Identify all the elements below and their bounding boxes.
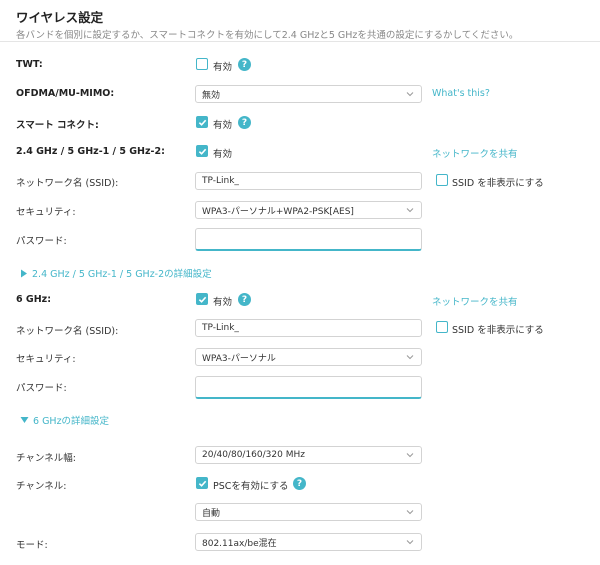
header-divider [0,41,600,42]
mode-select[interactable]: 802.11ax/be混在 [195,533,422,551]
caret-right-icon [21,269,27,277]
band24-ssid-label: ネットワーク名 (SSID): [16,178,119,189]
band6-advanced-label: 6 GHzの詳細設定 [33,416,110,427]
band6-password-input[interactable] [195,376,422,399]
chevron-down-icon [406,540,414,545]
chevron-down-icon [406,510,414,515]
caret-down-icon [20,417,29,423]
ofdma-label: OFDMA/MU-MIMO: [16,88,115,99]
band24-enable-label: 有効 [213,149,233,160]
band24-security-label: セキュリティ: [16,207,76,218]
chevron-down-icon [406,453,414,458]
page-description: 各バンドを個別に設定するか、スマートコネクトを有効にして2.4 GHzと5 GH… [16,30,519,41]
mode-value: 802.11ax/be混在 [202,538,277,549]
smart-connect-help-icon[interactable]: ? [238,116,251,129]
twt-label: TWT: [16,59,43,70]
band6-advanced-toggle[interactable]: 6 GHzの詳細設定 [20,413,109,427]
band6-enable-label: 有効 [213,297,233,308]
ofdma-select-value: 無効 [202,90,221,101]
channel-label: チャンネル: [16,481,67,492]
band6-ssid-input[interactable]: TP-Link_ [195,319,422,337]
chevron-down-icon [406,92,414,97]
band6-hide-ssid-checkbox[interactable] [436,321,448,333]
band24-security-select[interactable]: WPA3-パーソナル+WPA2-PSK[AES] [195,201,422,219]
smart-connect-checkbox[interactable] [196,116,208,128]
band6-hide-ssid-label: SSID を非表示にする [452,325,544,336]
band6-ssid-label: ネットワーク名 (SSID): [16,326,119,337]
chevron-down-icon [406,355,414,360]
band6-help-icon[interactable]: ? [238,293,251,306]
smart-connect-label: スマート コネクト: [16,120,99,131]
twt-checkbox[interactable] [196,58,208,70]
twt-help-icon[interactable]: ? [238,58,251,71]
channel-select[interactable]: 自動 [195,503,422,521]
twt-checkbox-label: 有効 [213,62,233,73]
channel-width-value: 20/40/80/160/320 MHz [202,450,305,460]
band24-ssid-input[interactable]: TP-Link_ [195,172,422,190]
channel-value: 自動 [202,508,221,519]
channel-width-label: チャンネル幅: [16,453,76,464]
band6-label: 6 GHz: [16,294,51,305]
psc-help-icon[interactable]: ? [293,477,306,490]
psc-checkbox-label: PSCを有効にする [213,481,289,492]
band24-advanced-label: 2.4 GHz / 5 GHz-1 / 5 GHz-2の詳細設定 [32,269,212,280]
channel-width-select[interactable]: 20/40/80/160/320 MHz [195,446,422,464]
page-title: ワイヤレス設定 [16,10,104,25]
band24-share-network-link[interactable]: ネットワークを共有 [432,146,518,160]
band24-enable-checkbox[interactable] [196,145,208,157]
band6-ssid-value: TP-Link_ [202,323,239,333]
band24-hide-ssid-checkbox[interactable] [436,174,448,186]
band6-security-label: セキュリティ: [16,354,76,365]
band24-label: 2.4 GHz / 5 GHz-1 / 5 GHz-2: [16,146,165,157]
band6-security-select[interactable]: WPA3-パーソナル [195,348,422,366]
smart-connect-checkbox-label: 有効 [213,120,233,131]
band6-share-network-link[interactable]: ネットワークを共有 [432,294,518,308]
chevron-down-icon [406,208,414,213]
band24-security-value: WPA3-パーソナル+WPA2-PSK[AES] [202,206,354,217]
band24-password-input[interactable] [195,228,422,251]
whats-this-link[interactable]: What's this? [432,88,490,99]
band24-ssid-value: TP-Link_ [202,176,239,186]
ofdma-select[interactable]: 無効 [195,85,422,103]
band24-password-label: パスワード: [16,236,67,247]
psc-checkbox[interactable] [196,477,208,489]
mode-label: モード: [16,540,48,551]
band6-enable-checkbox[interactable] [196,293,208,305]
band24-hide-ssid-label: SSID を非表示にする [452,178,544,189]
band24-advanced-toggle[interactable]: 2.4 GHz / 5 GHz-1 / 5 GHz-2の詳細設定 [20,266,212,280]
band6-security-value: WPA3-パーソナル [202,353,276,364]
band6-password-label: パスワード: [16,383,67,394]
